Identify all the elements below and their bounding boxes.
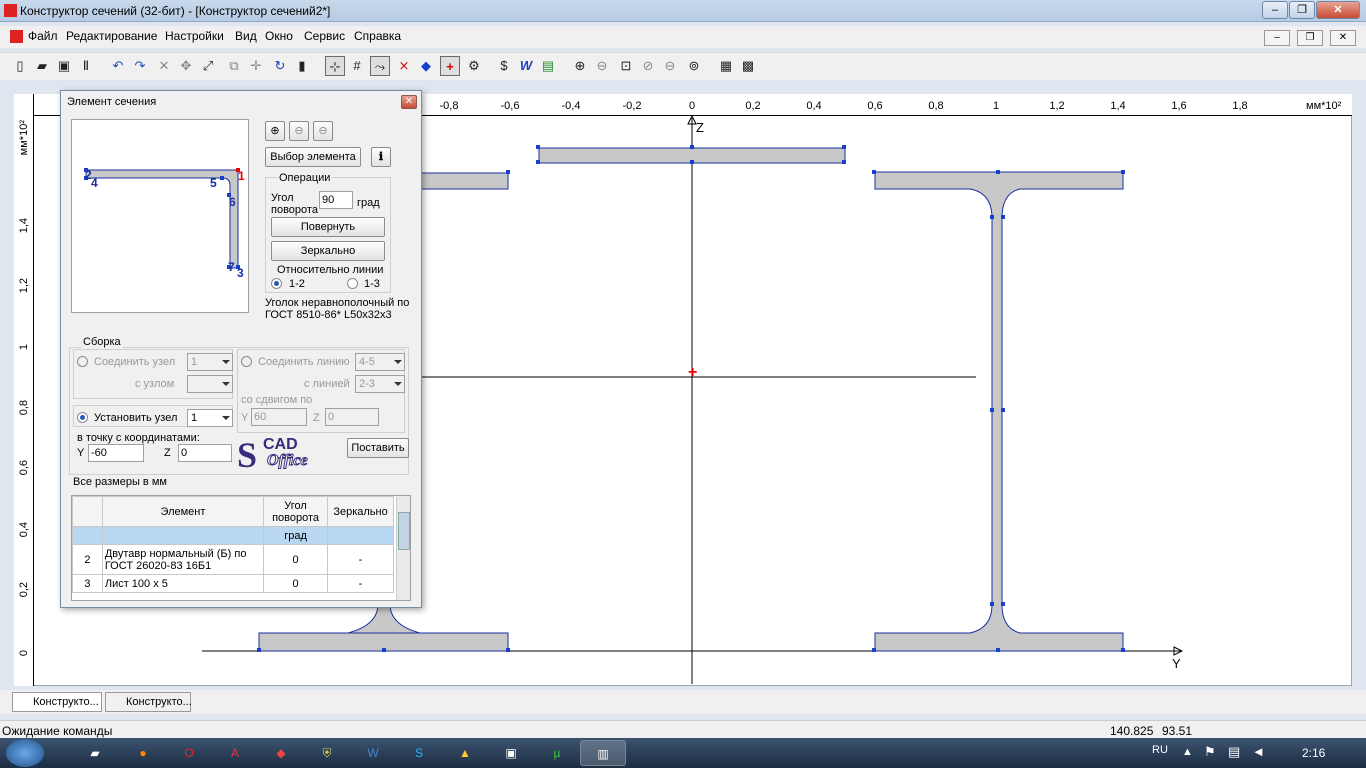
- app-icon-gray[interactable]: ▣: [488, 740, 534, 766]
- angle-preview: [84, 168, 240, 269]
- connect-node-select[interactable]: 1: [187, 353, 233, 371]
- col-element: Элемент: [101, 496, 265, 527]
- coord-z-label: Z: [164, 447, 171, 459]
- radio-connect-node[interactable]: [77, 356, 88, 367]
- connect-line-label: Соединить линию: [258, 356, 350, 368]
- zoom-reset-icon[interactable]: ⊖: [313, 121, 333, 141]
- set-node-label: Установить узел: [94, 412, 178, 424]
- shift-y-label: Y: [241, 412, 249, 424]
- shift-y-input[interactable]: [251, 408, 307, 426]
- angle-unit: град: [357, 197, 380, 209]
- taskbar: ▰ ● O A ◆ ⛨ W S ▲ ▣ µ ▥ RU ▲ ⚑ ▤ ◄ 2:16: [0, 738, 1366, 768]
- explorer-icon[interactable]: ▰: [72, 740, 118, 766]
- element-description: Уголок неравнополочный по ГОСТ 8510-86* …: [265, 297, 410, 321]
- y-axis-label: Y: [1172, 656, 1181, 671]
- table-row[interactable]: 3 Лист 100 x 5 0 -: [72, 574, 394, 593]
- unit-cell: град: [263, 526, 329, 545]
- coord-y-input[interactable]: [88, 444, 144, 462]
- network-icon[interactable]: ▤: [1228, 744, 1240, 760]
- coord-z-input[interactable]: [178, 444, 232, 462]
- right-i-beam: [874, 171, 1124, 652]
- radio-set-node[interactable]: [77, 412, 88, 423]
- col-mirror: Зеркально: [327, 496, 394, 527]
- table-scrollbar[interactable]: [396, 496, 410, 600]
- rotate-button[interactable]: Повернуть: [271, 217, 385, 237]
- doc-tab-2[interactable]: Конструкто...: [105, 692, 192, 712]
- angle-label: Угол поворота: [271, 192, 318, 216]
- set-node-select[interactable]: 1: [187, 409, 233, 427]
- language-indicator[interactable]: RU: [1152, 744, 1168, 756]
- table-row[interactable]: 2 Двутавр нормальный (Б) по ГОСТ 26020-8…: [72, 544, 394, 575]
- info-icon[interactable]: ℹ: [371, 147, 391, 167]
- all-sizes-note: Все размеры в мм: [73, 476, 167, 488]
- shift-z-input[interactable]: [325, 408, 379, 426]
- to-point-label: в точку с координатами:: [77, 432, 200, 444]
- with-shift-label: со сдвигом по: [241, 394, 313, 406]
- place-button[interactable]: Поставить: [347, 438, 409, 458]
- word-icon[interactable]: W: [350, 740, 396, 766]
- with-node-select[interactable]: [187, 375, 233, 393]
- connect-node-label: Соединить узел: [94, 356, 176, 368]
- firefox-icon[interactable]: ●: [120, 740, 166, 766]
- node-label: 6: [229, 195, 236, 209]
- app-icon-yellow[interactable]: ▲: [442, 740, 488, 766]
- assembly-title: Сборка: [81, 336, 123, 348]
- volume-icon[interactable]: ◄: [1252, 744, 1265, 759]
- status-text: Ожидание команды: [2, 724, 113, 738]
- status-coord-z: 93.51: [1162, 724, 1193, 738]
- skype-icon[interactable]: S: [396, 740, 442, 766]
- autocad-icon[interactable]: A: [212, 740, 258, 766]
- start-button[interactable]: [6, 739, 44, 767]
- scad-icon[interactable]: ◆: [258, 740, 304, 766]
- element-preview: 1 2 4 5 6 7 3: [71, 119, 249, 313]
- shield-icon[interactable]: ⛨: [304, 740, 350, 766]
- status-bar: Ожидание команды 140.825 93.51: [0, 720, 1366, 738]
- radio-1-2-label: 1-2: [289, 278, 305, 290]
- coord-y-label: Y: [77, 447, 85, 459]
- radio-line-1-2[interactable]: [271, 278, 282, 289]
- tray-arrow-icon[interactable]: ▲: [1182, 746, 1193, 758]
- dialog-close-button[interactable]: ✕: [401, 95, 417, 109]
- radio-line-1-3[interactable]: [347, 278, 358, 289]
- zoom-out-icon[interactable]: ⊖: [289, 121, 309, 141]
- utorrent-icon[interactable]: µ: [534, 740, 580, 766]
- scad-office-logo: S CAD Office: [237, 435, 309, 475]
- node-label: 5: [210, 176, 217, 190]
- connect-line-select[interactable]: 4-5: [355, 353, 405, 371]
- radio-connect-line[interactable]: [241, 356, 252, 367]
- center-marker: +: [688, 364, 697, 381]
- relative-line-label: Относительно линии: [277, 264, 384, 276]
- status-coord-y: 140.825: [1110, 724, 1154, 738]
- operations-title: Операции: [277, 172, 333, 184]
- left-beam-top-flange: [419, 172, 509, 190]
- dialog-title: Элемент сечения: [67, 96, 157, 108]
- opera-icon[interactable]: O: [166, 740, 212, 766]
- with-line-select[interactable]: 2-3: [355, 375, 405, 393]
- tray-flag-icon[interactable]: ⚑: [1204, 744, 1216, 760]
- section-designer-task[interactable]: ▥: [580, 740, 626, 766]
- mirror-button[interactable]: Зеркально: [271, 241, 385, 261]
- scrollbar-thumb[interactable]: [398, 512, 410, 550]
- radio-1-3-label: 1-3: [364, 278, 380, 290]
- col-angle: Угол поворота: [263, 496, 329, 527]
- section-element-dialog: Элемент сечения ✕ 1 2 4 5 6 7 3 ⊕ ⊖ ⊖ Вы…: [60, 90, 422, 608]
- elements-table: Элемент Угол поворота Зеркально град 2 Д…: [71, 495, 411, 601]
- angle-input[interactable]: [319, 191, 353, 209]
- node-label: 4: [91, 176, 98, 190]
- logo-office: Office: [267, 452, 309, 470]
- doc-tab-1[interactable]: Конструкто...: [12, 692, 102, 712]
- select-element-button[interactable]: Выбор элемента: [265, 147, 361, 167]
- document-tabbar: Конструкто... Конструкто...: [0, 690, 1366, 714]
- with-line-label: с линией: [304, 378, 350, 390]
- with-node-label: с узлом: [135, 378, 175, 390]
- z-axis-label: Z: [696, 120, 704, 135]
- node-label: 1: [238, 169, 245, 183]
- left-beam-web: [347, 603, 421, 634]
- clock: 2:16: [1302, 746, 1326, 760]
- node-label: 3: [237, 266, 244, 280]
- shift-z-label: Z: [313, 412, 320, 424]
- node-label: 7: [228, 260, 235, 274]
- zoom-in-icon[interactable]: ⊕: [265, 121, 285, 141]
